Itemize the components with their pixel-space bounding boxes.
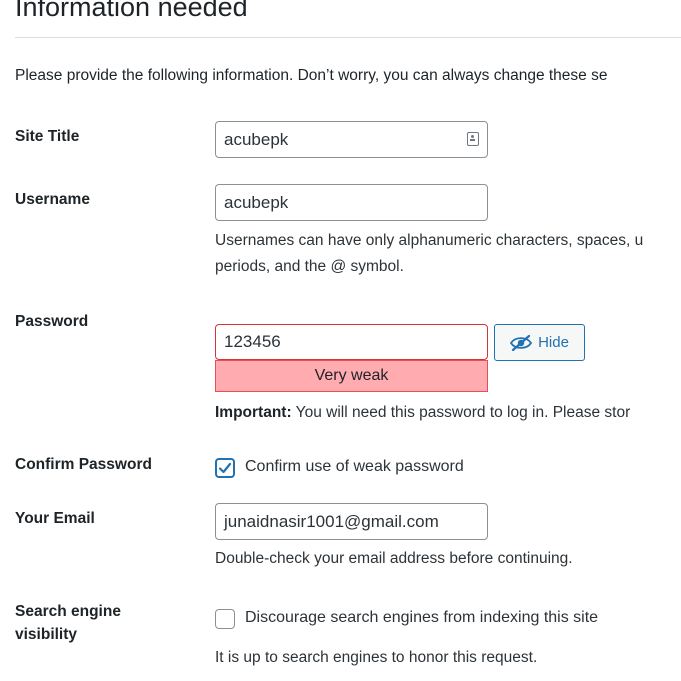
confirm-weak-password-checkbox[interactable] [215,458,235,478]
search-visibility-label-line1: Search engine [15,603,121,620]
search-visibility-help: It is up to search engines to honor this… [215,649,538,666]
site-title-value: acubepk [224,130,289,149]
hide-button-label: Hide [538,334,569,351]
install-form-page: Information needed Please provide the fo… [0,0,681,681]
discourage-search-engines-label[interactable]: Discourage search engines from indexing … [245,607,598,629]
username-help-line1: Usernames can have only alphanumeric cha… [215,232,644,249]
heading-divider [15,37,681,38]
discourage-search-engines-checkbox[interactable] [215,609,235,629]
email-value: junaidnasir1001@gmail.com [224,512,439,531]
site-title-input[interactable]: acubepk [215,121,488,158]
page-title: Information needed [15,0,248,22]
username-label: Username [15,191,90,208]
search-visibility-label-line2: visibility [15,626,78,643]
hide-password-button[interactable]: Hide [494,324,585,361]
password-strength-meter: Very weak [215,360,488,392]
username-input[interactable]: acubepk [215,184,488,221]
contact-card-icon[interactable] [467,132,479,146]
important-prefix: Important: [215,404,292,421]
username-value: acubepk [224,193,289,212]
password-input[interactable]: 123456 [215,324,488,360]
email-label: Your Email [15,510,95,527]
email-help: Double-check your email address before c… [215,550,573,567]
password-important-note: Important: You will need this password t… [215,400,630,426]
checkmark-icon [218,462,232,474]
site-title-label: Site Title [15,128,80,145]
confirm-weak-password-label[interactable]: Confirm use of weak password [245,456,464,478]
intro-text: Please provide the following information… [15,67,608,84]
important-text: You will need this password to log in. P… [291,404,631,421]
email-input[interactable]: junaidnasir1001@gmail.com [215,503,488,540]
password-value: 123456 [224,332,281,351]
eye-slash-icon [510,334,533,351]
username-help-line2: periods, and the @ symbol. [215,258,404,275]
confirm-password-label: Confirm Password [15,456,152,473]
password-label: Password [15,313,89,330]
